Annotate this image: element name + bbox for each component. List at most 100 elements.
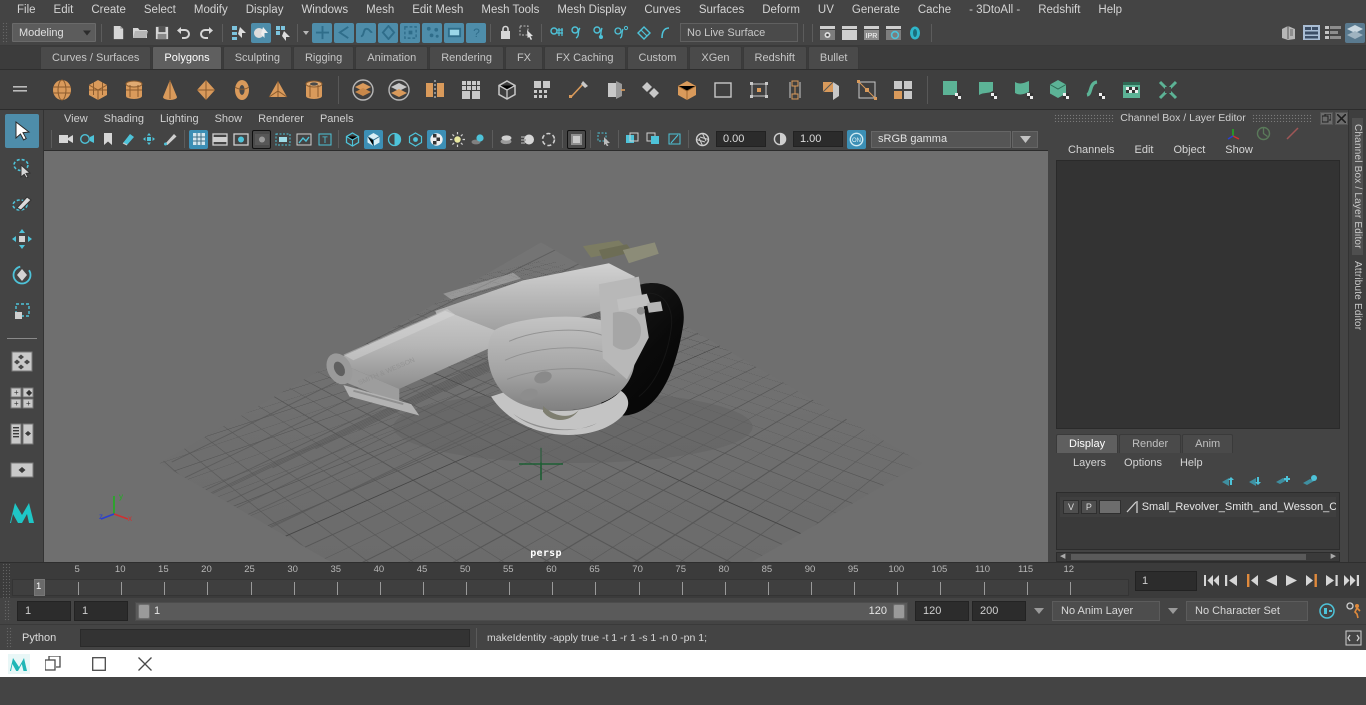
snap-view-plane-icon[interactable] xyxy=(634,23,654,43)
poly-create-tool-icon[interactable] xyxy=(563,74,595,106)
viewport-menu-shading[interactable]: Shading xyxy=(96,113,152,125)
viewport-menu-renderer[interactable]: Renderer xyxy=(250,113,312,125)
channel-menu-edit[interactable]: Edit xyxy=(1124,144,1163,156)
screen-space-ao-icon[interactable] xyxy=(497,130,516,149)
play-backwards-icon[interactable] xyxy=(1263,572,1280,590)
select-help-icon[interactable]: ? xyxy=(466,22,486,43)
poly-cone-icon[interactable] xyxy=(154,74,186,106)
textured-icon[interactable] xyxy=(427,129,446,149)
panel-drag-handle-left[interactable] xyxy=(1054,114,1115,122)
shelf-options-menu[interactable] xyxy=(0,70,40,109)
poly-append-icon[interactable] xyxy=(707,74,739,106)
smooth-shade-icon[interactable] xyxy=(364,129,383,149)
poly-cylinder-icon[interactable] xyxy=(118,74,150,106)
anim-layer-select[interactable]: No Anim Layer xyxy=(1052,601,1160,621)
xray-joints-icon[interactable] xyxy=(623,130,642,149)
shelf-tab-fx[interactable]: FX xyxy=(504,46,544,69)
time-slider-drag-handle[interactable] xyxy=(2,563,10,598)
uv-editor-icon[interactable] xyxy=(936,74,968,106)
menu-help[interactable]: Help xyxy=(1089,0,1131,20)
poly-smooth-icon[interactable] xyxy=(455,74,487,106)
use-all-lights-icon[interactable] xyxy=(448,130,467,149)
range-slider-bar[interactable]: 1 120 xyxy=(135,601,908,621)
viewport-menu-panels[interactable]: Panels xyxy=(312,113,362,125)
maya-app-icon[interactable] xyxy=(8,653,30,674)
status-line-drag-handle[interactable] xyxy=(2,21,9,44)
script-editor-icon[interactable] xyxy=(1340,628,1366,648)
multisample-icon[interactable] xyxy=(539,130,558,149)
exposure-field[interactable]: 0.00 xyxy=(716,131,766,147)
snap-grid-icon[interactable] xyxy=(546,23,566,43)
shelf-tab-bullet[interactable]: Bullet xyxy=(807,46,860,69)
auto-key-icon[interactable] xyxy=(1315,602,1339,620)
uv-cylindrical-icon[interactable] xyxy=(1008,74,1040,106)
select-multi-icon[interactable] xyxy=(444,22,464,43)
gate-mask-icon[interactable] xyxy=(252,129,271,149)
snap-point-icon[interactable] xyxy=(590,23,610,43)
scrollbar-thumb[interactable] xyxy=(1071,554,1306,560)
grease-pencil-icon[interactable] xyxy=(161,130,180,149)
make-live-icon[interactable] xyxy=(656,23,676,43)
poly-reduce-icon[interactable] xyxy=(527,74,559,106)
image-plane-icon[interactable] xyxy=(119,130,138,149)
playback-end-time-field[interactable]: 120 xyxy=(915,601,969,621)
layer-menu-options[interactable]: Options xyxy=(1115,457,1171,469)
move-tool[interactable] xyxy=(5,222,39,256)
step-back-key-icon[interactable] xyxy=(1243,572,1260,590)
poly-separate-icon[interactable] xyxy=(383,74,415,106)
poly-crease-icon[interactable] xyxy=(779,74,811,106)
vertical-tab-channel-box[interactable]: Channel Box / Layer Editor xyxy=(1352,118,1363,255)
layer-color-swatch[interactable] xyxy=(1098,500,1121,514)
poly-combine-icon[interactable] xyxy=(347,74,379,106)
command-input-field[interactable] xyxy=(80,628,470,647)
channel-menu-object[interactable]: Object xyxy=(1163,144,1215,156)
tab-render[interactable]: Render xyxy=(1119,434,1182,453)
select-tool-icon[interactable] xyxy=(517,23,537,43)
snap-projected-icon[interactable] xyxy=(612,23,632,43)
uv-layout-icon[interactable] xyxy=(1116,74,1148,106)
shutter-icon[interactable] xyxy=(693,130,712,149)
close-window-icon[interactable] xyxy=(122,650,168,677)
attribute-editor-icon[interactable] xyxy=(1301,23,1321,43)
select-camera-icon[interactable] xyxy=(56,130,75,149)
poly-bevel-icon[interactable] xyxy=(635,74,667,106)
shelf-tab-animation[interactable]: Animation xyxy=(355,46,429,69)
menu-display[interactable]: Display xyxy=(237,0,293,20)
menu-create[interactable]: Create xyxy=(82,0,135,20)
select-tool[interactable] xyxy=(4,114,39,148)
isolate-select-icon[interactable] xyxy=(567,129,586,149)
select-face-icon[interactable] xyxy=(378,22,398,43)
panel-drag-handle-right[interactable] xyxy=(1251,114,1312,122)
render-sequence-icon[interactable] xyxy=(839,23,859,43)
shelf-tab-rendering[interactable]: Rendering xyxy=(429,46,504,69)
range-end-handle[interactable] xyxy=(893,603,905,619)
poly-torus-icon[interactable] xyxy=(226,74,258,106)
grid-toggle-icon[interactable] xyxy=(189,129,208,149)
layer-menu-layers[interactable]: Layers xyxy=(1064,457,1115,469)
poly-quad-draw-icon[interactable] xyxy=(815,74,847,106)
menu-mesh-tools[interactable]: Mesh Tools xyxy=(472,0,548,20)
select-uv-icon[interactable] xyxy=(400,22,420,43)
range-start-handle[interactable] xyxy=(138,603,150,619)
menu-edit-mesh[interactable]: Edit Mesh xyxy=(403,0,472,20)
shaded-wireframe-icon[interactable] xyxy=(385,130,404,149)
channel-menu-channels[interactable]: Channels xyxy=(1058,144,1124,156)
poly-sphere-icon[interactable] xyxy=(46,74,78,106)
render-settings-icon[interactable] xyxy=(883,23,903,43)
command-line-drag-handle[interactable] xyxy=(6,626,13,649)
go-to-end-icon[interactable] xyxy=(1343,572,1360,590)
four-view-layout[interactable] xyxy=(5,345,39,379)
menu-mesh-display[interactable]: Mesh Display xyxy=(548,0,635,20)
outliner-icon[interactable] xyxy=(1345,22,1365,43)
resolution-gate-icon[interactable] xyxy=(231,130,250,149)
poly-pipe-icon[interactable] xyxy=(298,74,330,106)
channel-box-icon[interactable] xyxy=(1323,23,1343,43)
select-cv-icon[interactable] xyxy=(422,22,442,43)
go-to-start-icon[interactable] xyxy=(1203,572,1220,590)
new-scene-icon[interactable] xyxy=(108,23,128,43)
animation-preferences-icon[interactable] xyxy=(1342,602,1366,620)
layer-visibility-toggle[interactable]: V xyxy=(1063,500,1079,514)
rotate-tool[interactable] xyxy=(5,258,39,292)
transform-channel-icon[interactable] xyxy=(1227,126,1242,141)
exposure-icon[interactable] xyxy=(294,130,313,149)
